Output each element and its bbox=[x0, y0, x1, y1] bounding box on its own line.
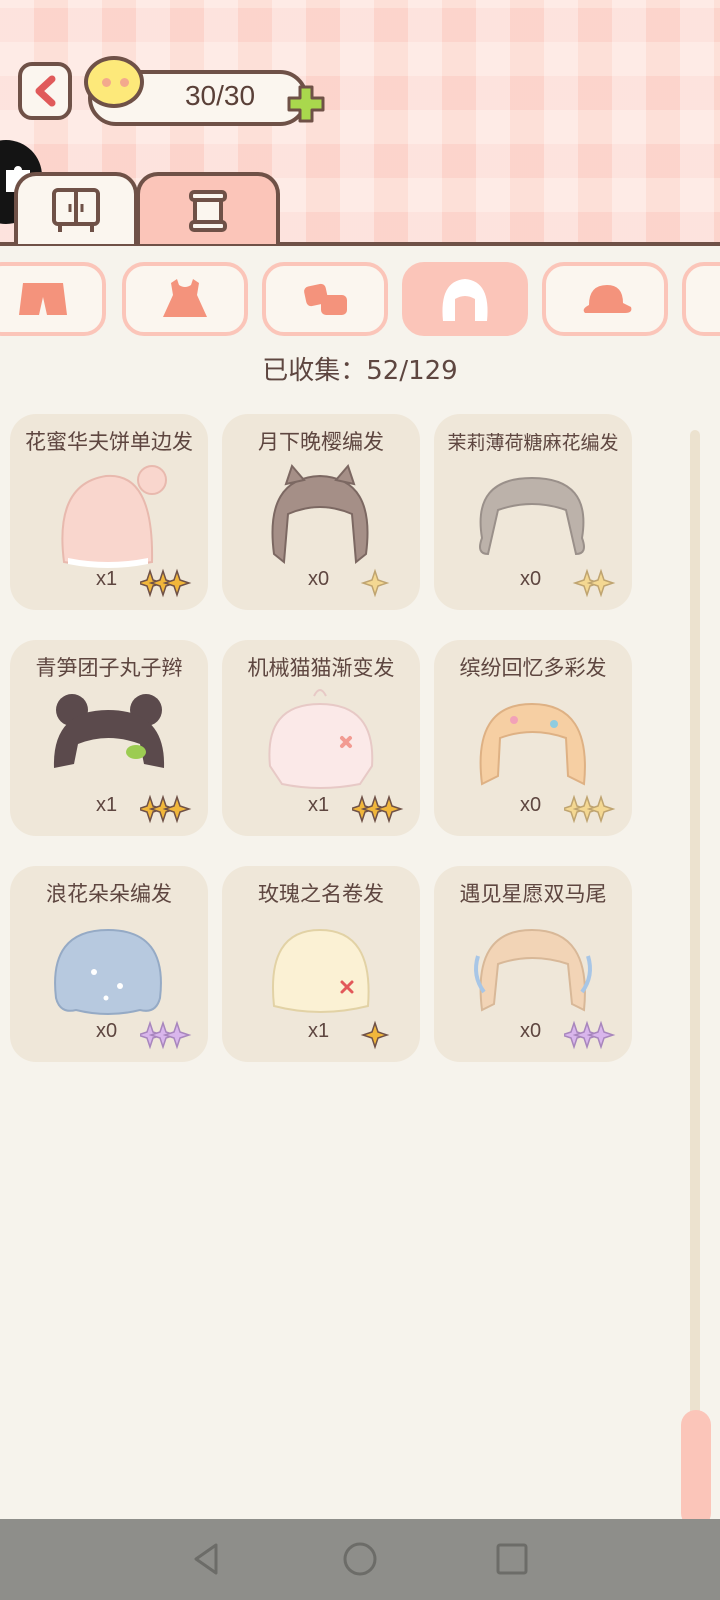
hair-card[interactable]: 机械猫猫渐变发 x1 bbox=[222, 640, 420, 836]
back-triangle-icon[interactable] bbox=[184, 1537, 228, 1581]
rarity-stars-icon bbox=[140, 1020, 192, 1050]
energy-face-icon bbox=[84, 56, 144, 108]
hair-image bbox=[479, 476, 585, 556]
hair-card[interactable]: 月下晚樱编发 x0 bbox=[222, 414, 420, 610]
hat-icon bbox=[583, 285, 632, 313]
collection-progress: 已收集：52/129 bbox=[262, 356, 458, 386]
rarity-stars-icon bbox=[572, 568, 616, 598]
rarity-stars-icon bbox=[564, 794, 616, 824]
system-navigation-bar bbox=[0, 1519, 720, 1600]
rarity-stars-icon bbox=[564, 1020, 616, 1050]
add-energy-button[interactable] bbox=[286, 84, 326, 124]
hair-card[interactable]: 遇见星愿双马尾 x0 bbox=[434, 866, 632, 1062]
hair-name: 茉莉薄荷糖麻花编发 bbox=[447, 432, 619, 454]
hair-name: 遇见星愿双马尾 bbox=[459, 882, 607, 906]
category-hair[interactable] bbox=[402, 262, 528, 336]
hair-card[interactable]: 玫瑰之名卷发 x1 bbox=[222, 866, 420, 1062]
shoes-icon bbox=[304, 283, 347, 315]
hair-image bbox=[53, 694, 165, 768]
owned-count: x1 bbox=[308, 1020, 330, 1042]
hair-card[interactable]: 缤纷回忆多彩发 x0 bbox=[434, 640, 632, 836]
hair-name: 玫瑰之名卷发 bbox=[258, 882, 384, 906]
rarity-stars-icon bbox=[140, 794, 192, 824]
back-button[interactable] bbox=[18, 62, 72, 120]
dress-icon bbox=[163, 279, 207, 317]
cabinet-icon bbox=[52, 188, 100, 232]
category-pants[interactable] bbox=[0, 262, 106, 336]
hair-name: 月下晚樱编发 bbox=[258, 430, 384, 454]
hair-name: 浪花朵朵编发 bbox=[46, 882, 172, 906]
owned-count: x0 bbox=[96, 1020, 118, 1042]
category-shoes[interactable] bbox=[262, 262, 388, 336]
category-hat[interactable] bbox=[542, 262, 668, 336]
hair-image bbox=[272, 928, 370, 1013]
energy-value: 30/30 bbox=[184, 80, 256, 111]
owned-count: x0 bbox=[308, 568, 330, 590]
pants-icon bbox=[19, 283, 67, 315]
category-more[interactable] bbox=[682, 262, 720, 336]
hair-image bbox=[474, 928, 592, 1012]
hair-card[interactable]: 茉莉薄荷糖麻花编发 x0 bbox=[434, 414, 632, 610]
hair-name: 机械猫猫渐变发 bbox=[247, 656, 395, 680]
rarity-stars-icon bbox=[140, 568, 192, 598]
tab-wardrobe[interactable] bbox=[14, 172, 138, 244]
category-dress[interactable] bbox=[122, 262, 248, 336]
rarity-stars-icon bbox=[360, 568, 390, 598]
hair-card[interactable]: 浪花朵朵编发 x0 bbox=[10, 866, 208, 1062]
hair-name: 花蜜华夫饼单边发 bbox=[25, 430, 193, 454]
hair-icon bbox=[442, 279, 488, 321]
rarity-stars-icon bbox=[360, 1020, 390, 1050]
category-bar bbox=[0, 262, 720, 338]
hair-name: 缤纷回忆多彩发 bbox=[459, 656, 607, 680]
scrollbar-track[interactable] bbox=[690, 430, 700, 1490]
scrollbar-thumb[interactable] bbox=[681, 1410, 711, 1528]
hair-image bbox=[479, 702, 586, 786]
owned-count: x1 bbox=[308, 794, 330, 816]
hair-image bbox=[271, 464, 369, 564]
owned-count: x1 bbox=[96, 794, 118, 816]
owned-count: x1 bbox=[96, 568, 118, 590]
recents-square-icon[interactable] bbox=[490, 1537, 534, 1581]
tab-collection[interactable] bbox=[136, 172, 280, 244]
hair-card[interactable]: 花蜜华夫饼单边发 x1 bbox=[10, 414, 208, 610]
hair-image bbox=[54, 928, 162, 1015]
owned-count: x0 bbox=[520, 1020, 542, 1042]
hair-image bbox=[61, 465, 167, 568]
chevron-left-icon bbox=[35, 75, 56, 107]
hair-name: 青笋团子丸子辫 bbox=[35, 656, 183, 680]
owned-count: x0 bbox=[520, 568, 542, 590]
owned-count: x0 bbox=[520, 794, 542, 816]
home-circle-icon[interactable] bbox=[338, 1537, 382, 1581]
scroll-icon bbox=[189, 190, 227, 232]
hair-image bbox=[268, 689, 374, 789]
rarity-stars-icon bbox=[352, 794, 404, 824]
hair-card[interactable]: 青笋团子丸子辫 x1 bbox=[10, 640, 208, 836]
